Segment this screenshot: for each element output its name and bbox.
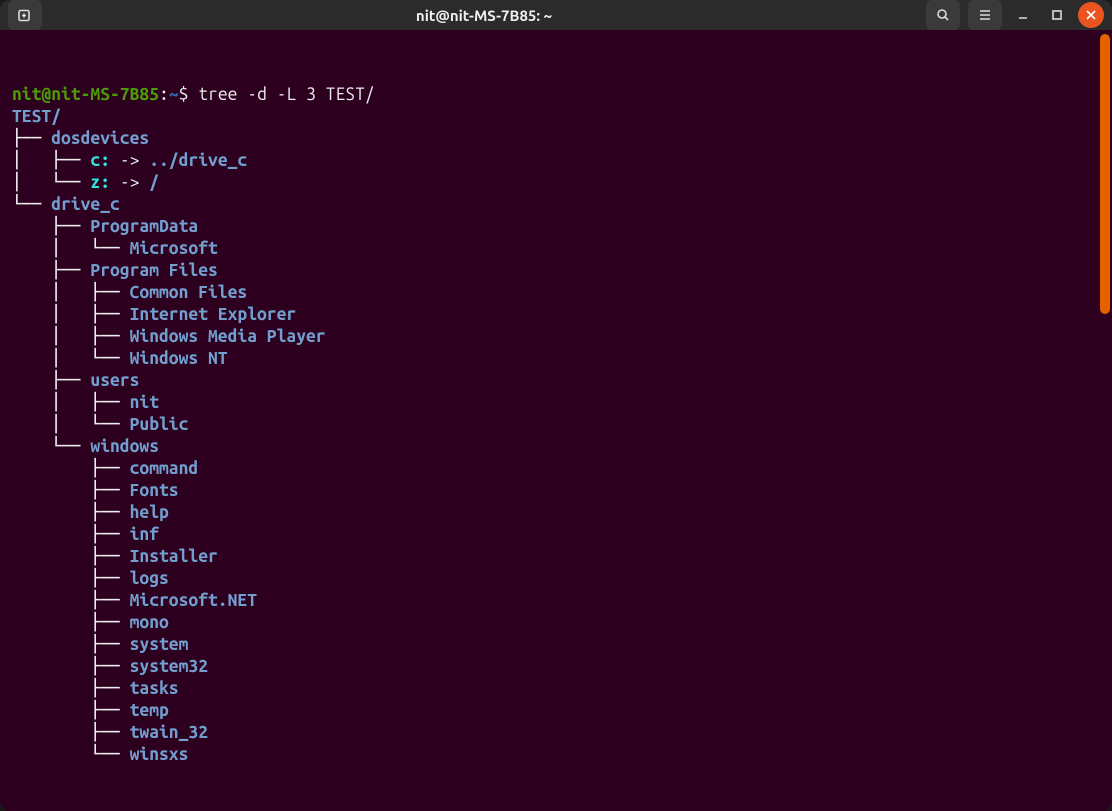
prompt-line-1: nit@nit-MS-7B85:~$ tree -d -L 3 TEST/ bbox=[12, 85, 375, 104]
minimize-button[interactable] bbox=[1010, 0, 1036, 30]
terminal-window: nit@nit-MS-7B85: ~ bbox=[0, 0, 1112, 811]
tree-dir: dosdevices bbox=[51, 129, 149, 148]
tree-link-target: ../drive_c bbox=[149, 151, 247, 170]
prompt-host: nit-MS-7B85 bbox=[51, 85, 159, 104]
tree-dir: windows bbox=[90, 437, 159, 456]
new-tab-icon bbox=[17, 7, 33, 23]
tree-dir: mono bbox=[130, 613, 169, 632]
tree-dir: system32 bbox=[130, 657, 208, 676]
search-icon bbox=[935, 7, 951, 23]
close-button[interactable] bbox=[1078, 2, 1104, 28]
tree-dir: Microsoft.NET bbox=[130, 591, 257, 610]
tree-dir: Microsoft bbox=[130, 239, 218, 258]
tree-dir: Windows NT bbox=[130, 349, 228, 368]
scrollbar-thumb[interactable] bbox=[1100, 34, 1110, 314]
titlebar: nit@nit-MS-7B85: ~ bbox=[0, 0, 1112, 30]
terminal-body[interactable]: nit@nit-MS-7B85:~$ tree -d -L 3 TEST/ TE… bbox=[0, 30, 1112, 811]
tree-dir: tasks bbox=[130, 679, 179, 698]
hamburger-icon bbox=[977, 7, 993, 23]
tree-dir: ProgramData bbox=[90, 217, 198, 236]
prompt-user: nit bbox=[12, 85, 41, 104]
tree-dir: help bbox=[130, 503, 169, 522]
tree-dir: Internet Explorer bbox=[130, 305, 297, 324]
tree-link: c: bbox=[90, 151, 110, 170]
tree-dir: nit bbox=[130, 393, 159, 412]
tree-dir: Program Files bbox=[90, 261, 217, 280]
menu-button[interactable] bbox=[968, 0, 1002, 30]
tree-dir: inf bbox=[130, 525, 159, 544]
search-button[interactable] bbox=[926, 0, 960, 30]
tree-dir: drive_c bbox=[51, 195, 120, 214]
minimize-icon bbox=[1015, 7, 1031, 23]
command-text: tree -d -L 3 TEST/ bbox=[198, 85, 374, 104]
tree-dir: Fonts bbox=[130, 481, 179, 500]
tree-dir: winsxs bbox=[130, 745, 189, 764]
tree-output: ├── dosdevices │ ├── c: -> ../drive_c │ … bbox=[12, 129, 326, 764]
window-title: nit@nit-MS-7B85: ~ bbox=[46, 7, 922, 24]
tree-dir: Public bbox=[130, 415, 189, 434]
tree-link-target: / bbox=[149, 173, 159, 192]
tree-dir: logs bbox=[130, 569, 169, 588]
tree-link: z: bbox=[90, 173, 110, 192]
prompt-path: ~ bbox=[169, 85, 179, 104]
tree-root: TEST/ bbox=[12, 107, 61, 126]
close-icon bbox=[1086, 10, 1096, 20]
tree-dir: Windows Media Player bbox=[130, 327, 326, 346]
new-tab-button[interactable] bbox=[8, 0, 42, 30]
tree-dir: command bbox=[130, 459, 199, 478]
tree-dir: twain_32 bbox=[130, 723, 208, 742]
tree-dir: Installer bbox=[130, 547, 218, 566]
tree-dir: temp bbox=[130, 701, 169, 720]
tree-dir: users bbox=[90, 371, 139, 390]
maximize-icon bbox=[1049, 7, 1065, 23]
tree-dir: system bbox=[130, 635, 189, 654]
tree-dir: Common Files bbox=[130, 283, 248, 302]
maximize-button[interactable] bbox=[1044, 0, 1070, 30]
